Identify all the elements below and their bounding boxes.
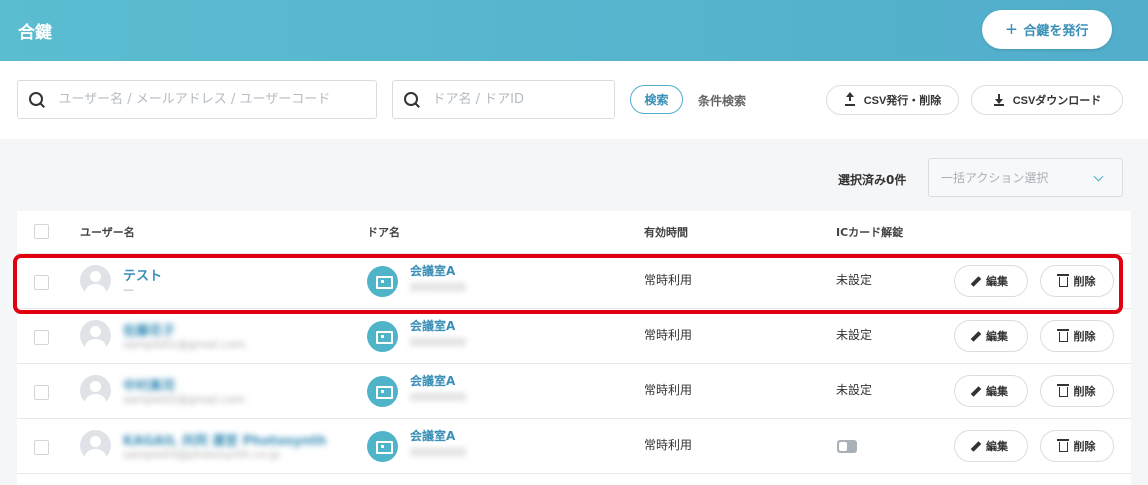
key-table: ユーザー名 ドア名 有効時間 ICカード解錠 テスト — 会議室A 000000… xyxy=(17,211,1131,485)
delete-button[interactable]: 削除 xyxy=(1040,375,1114,407)
row-checkbox[interactable] xyxy=(34,330,49,345)
bulk-action-placeholder: 一括アクション選択 xyxy=(941,171,1049,185)
table-row: テスト — 会議室A 00000000 常時利用 未設定 編集 削除 xyxy=(17,254,1131,309)
validity-value: 常時利用 xyxy=(644,328,693,342)
user-search-box xyxy=(17,80,377,119)
door-icon xyxy=(367,376,398,407)
door-id: 00000000 xyxy=(410,336,466,349)
delete-label: 削除 xyxy=(1073,276,1096,288)
csv-issue-button[interactable]: CSV発行・削除 xyxy=(826,85,959,115)
csv-download-button[interactable]: CSVダウンロード xyxy=(971,85,1123,115)
edit-label: 編集 xyxy=(986,331,1008,343)
user-search-input[interactable] xyxy=(58,92,376,107)
ic-card-status: 未設定 xyxy=(836,273,873,287)
search-icon xyxy=(28,91,44,109)
column-user: ユーザー名 xyxy=(80,226,135,239)
row-checkbox[interactable] xyxy=(34,275,49,290)
delete-button[interactable]: 削除 xyxy=(1040,265,1114,297)
user-name-link[interactable]: 中村真司 xyxy=(123,375,175,394)
edit-button[interactable]: 編集 xyxy=(954,375,1028,407)
row-checkbox[interactable] xyxy=(34,385,49,400)
door-name-link[interactable]: 会議室A xyxy=(410,427,455,444)
validity-value: 常時利用 xyxy=(644,273,693,287)
avatar xyxy=(80,320,111,351)
door-icon xyxy=(367,266,398,297)
select-all-checkbox[interactable] xyxy=(34,224,49,239)
edit-button[interactable]: 編集 xyxy=(954,265,1028,297)
column-validity: 有効時間 xyxy=(644,226,688,239)
edit-button[interactable]: 編集 xyxy=(954,320,1028,352)
user-name-link[interactable]: 佐藤花子 xyxy=(123,320,175,339)
door-icon xyxy=(367,431,398,462)
plus-icon: + xyxy=(1005,18,1018,41)
delete-label: 削除 xyxy=(1073,386,1096,398)
door-search-box xyxy=(392,80,615,119)
csv-issue-label: CSV発行・削除 xyxy=(863,95,942,107)
condition-search-link[interactable]: 条件検索 xyxy=(698,92,746,109)
table-row: KAGAIL 共同 運営 Photosynth sample03@photosy… xyxy=(17,419,1131,474)
issue-key-button[interactable]: + 合鍵を発行 xyxy=(982,10,1112,49)
trash-icon xyxy=(1056,439,1069,452)
avatar xyxy=(80,430,111,461)
delete-button[interactable]: 削除 xyxy=(1040,430,1114,462)
download-icon xyxy=(993,94,1005,106)
app-header: 合鍵 + 合鍵を発行 xyxy=(0,0,1148,61)
ic-card-status: 未設定 xyxy=(836,383,873,397)
door-name-link[interactable]: 会議室A xyxy=(410,262,455,279)
door-id: 00000000 xyxy=(410,281,466,294)
edit-button[interactable]: 編集 xyxy=(954,430,1028,462)
pencil-icon xyxy=(970,275,982,287)
user-email: sample03@photosynth.co.jp xyxy=(123,448,280,461)
user-email: sample01@gmail.com xyxy=(123,338,246,351)
issue-key-label: 合鍵を発行 xyxy=(1023,23,1089,38)
search-icon xyxy=(403,91,419,109)
table-row: 中村真司 sample02@gmail.com 会議室A 00000000 常時… xyxy=(17,364,1131,419)
pencil-icon xyxy=(970,330,982,342)
page-title: 合鍵 xyxy=(18,23,52,43)
door-name-link[interactable]: 会議室A xyxy=(410,372,455,389)
search-button[interactable]: 検索 xyxy=(630,85,683,114)
edit-label: 編集 xyxy=(986,441,1008,453)
avatar xyxy=(80,265,111,296)
delete-label: 削除 xyxy=(1073,331,1096,343)
column-door: ドア名 xyxy=(367,226,400,239)
user-name-link[interactable]: KAGAIL 共同 運営 Photosynth xyxy=(123,430,326,449)
door-icon xyxy=(367,321,398,352)
edit-label: 編集 xyxy=(986,276,1008,288)
validity-value: 常時利用 xyxy=(644,383,693,397)
door-search-input[interactable] xyxy=(432,92,614,107)
upload-icon xyxy=(844,92,856,106)
user-name-link[interactable]: テスト xyxy=(123,265,162,284)
user-email: sample02@gmail.com xyxy=(123,393,246,406)
search-bar: 検索 条件検索 CSV発行・削除 CSVダウンロード xyxy=(0,61,1148,139)
chevron-down-icon xyxy=(1093,171,1104,182)
ic-card-toggle[interactable] xyxy=(837,440,857,453)
trash-icon xyxy=(1056,274,1069,287)
row-checkbox[interactable] xyxy=(34,440,49,455)
ic-card-status: 未設定 xyxy=(836,328,873,342)
csv-download-label: CSVダウンロード xyxy=(1012,95,1102,107)
user-email: — xyxy=(123,283,134,296)
door-name-link[interactable]: 会議室A xyxy=(410,317,455,334)
column-ic-card: ICカード解錠 xyxy=(836,226,904,239)
bulk-action-select[interactable]: 一括アクション選択 xyxy=(928,158,1123,197)
delete-label: 削除 xyxy=(1073,441,1096,453)
edit-label: 編集 xyxy=(986,386,1008,398)
avatar xyxy=(80,375,111,406)
validity-value: 常時利用 xyxy=(644,438,693,452)
pencil-icon xyxy=(970,385,982,397)
delete-button[interactable]: 削除 xyxy=(1040,320,1114,352)
table-header: ユーザー名 ドア名 有効時間 ICカード解錠 xyxy=(17,211,1131,254)
pencil-icon xyxy=(970,440,982,452)
door-id: 00000000 xyxy=(410,391,466,404)
selected-count: 選択済み0件 xyxy=(838,173,907,187)
table-row: 佐藤花子 sample01@gmail.com 会議室A 00000000 常時… xyxy=(17,309,1131,364)
trash-icon xyxy=(1056,329,1069,342)
door-id: 00000000 xyxy=(410,446,466,459)
trash-icon xyxy=(1056,384,1069,397)
